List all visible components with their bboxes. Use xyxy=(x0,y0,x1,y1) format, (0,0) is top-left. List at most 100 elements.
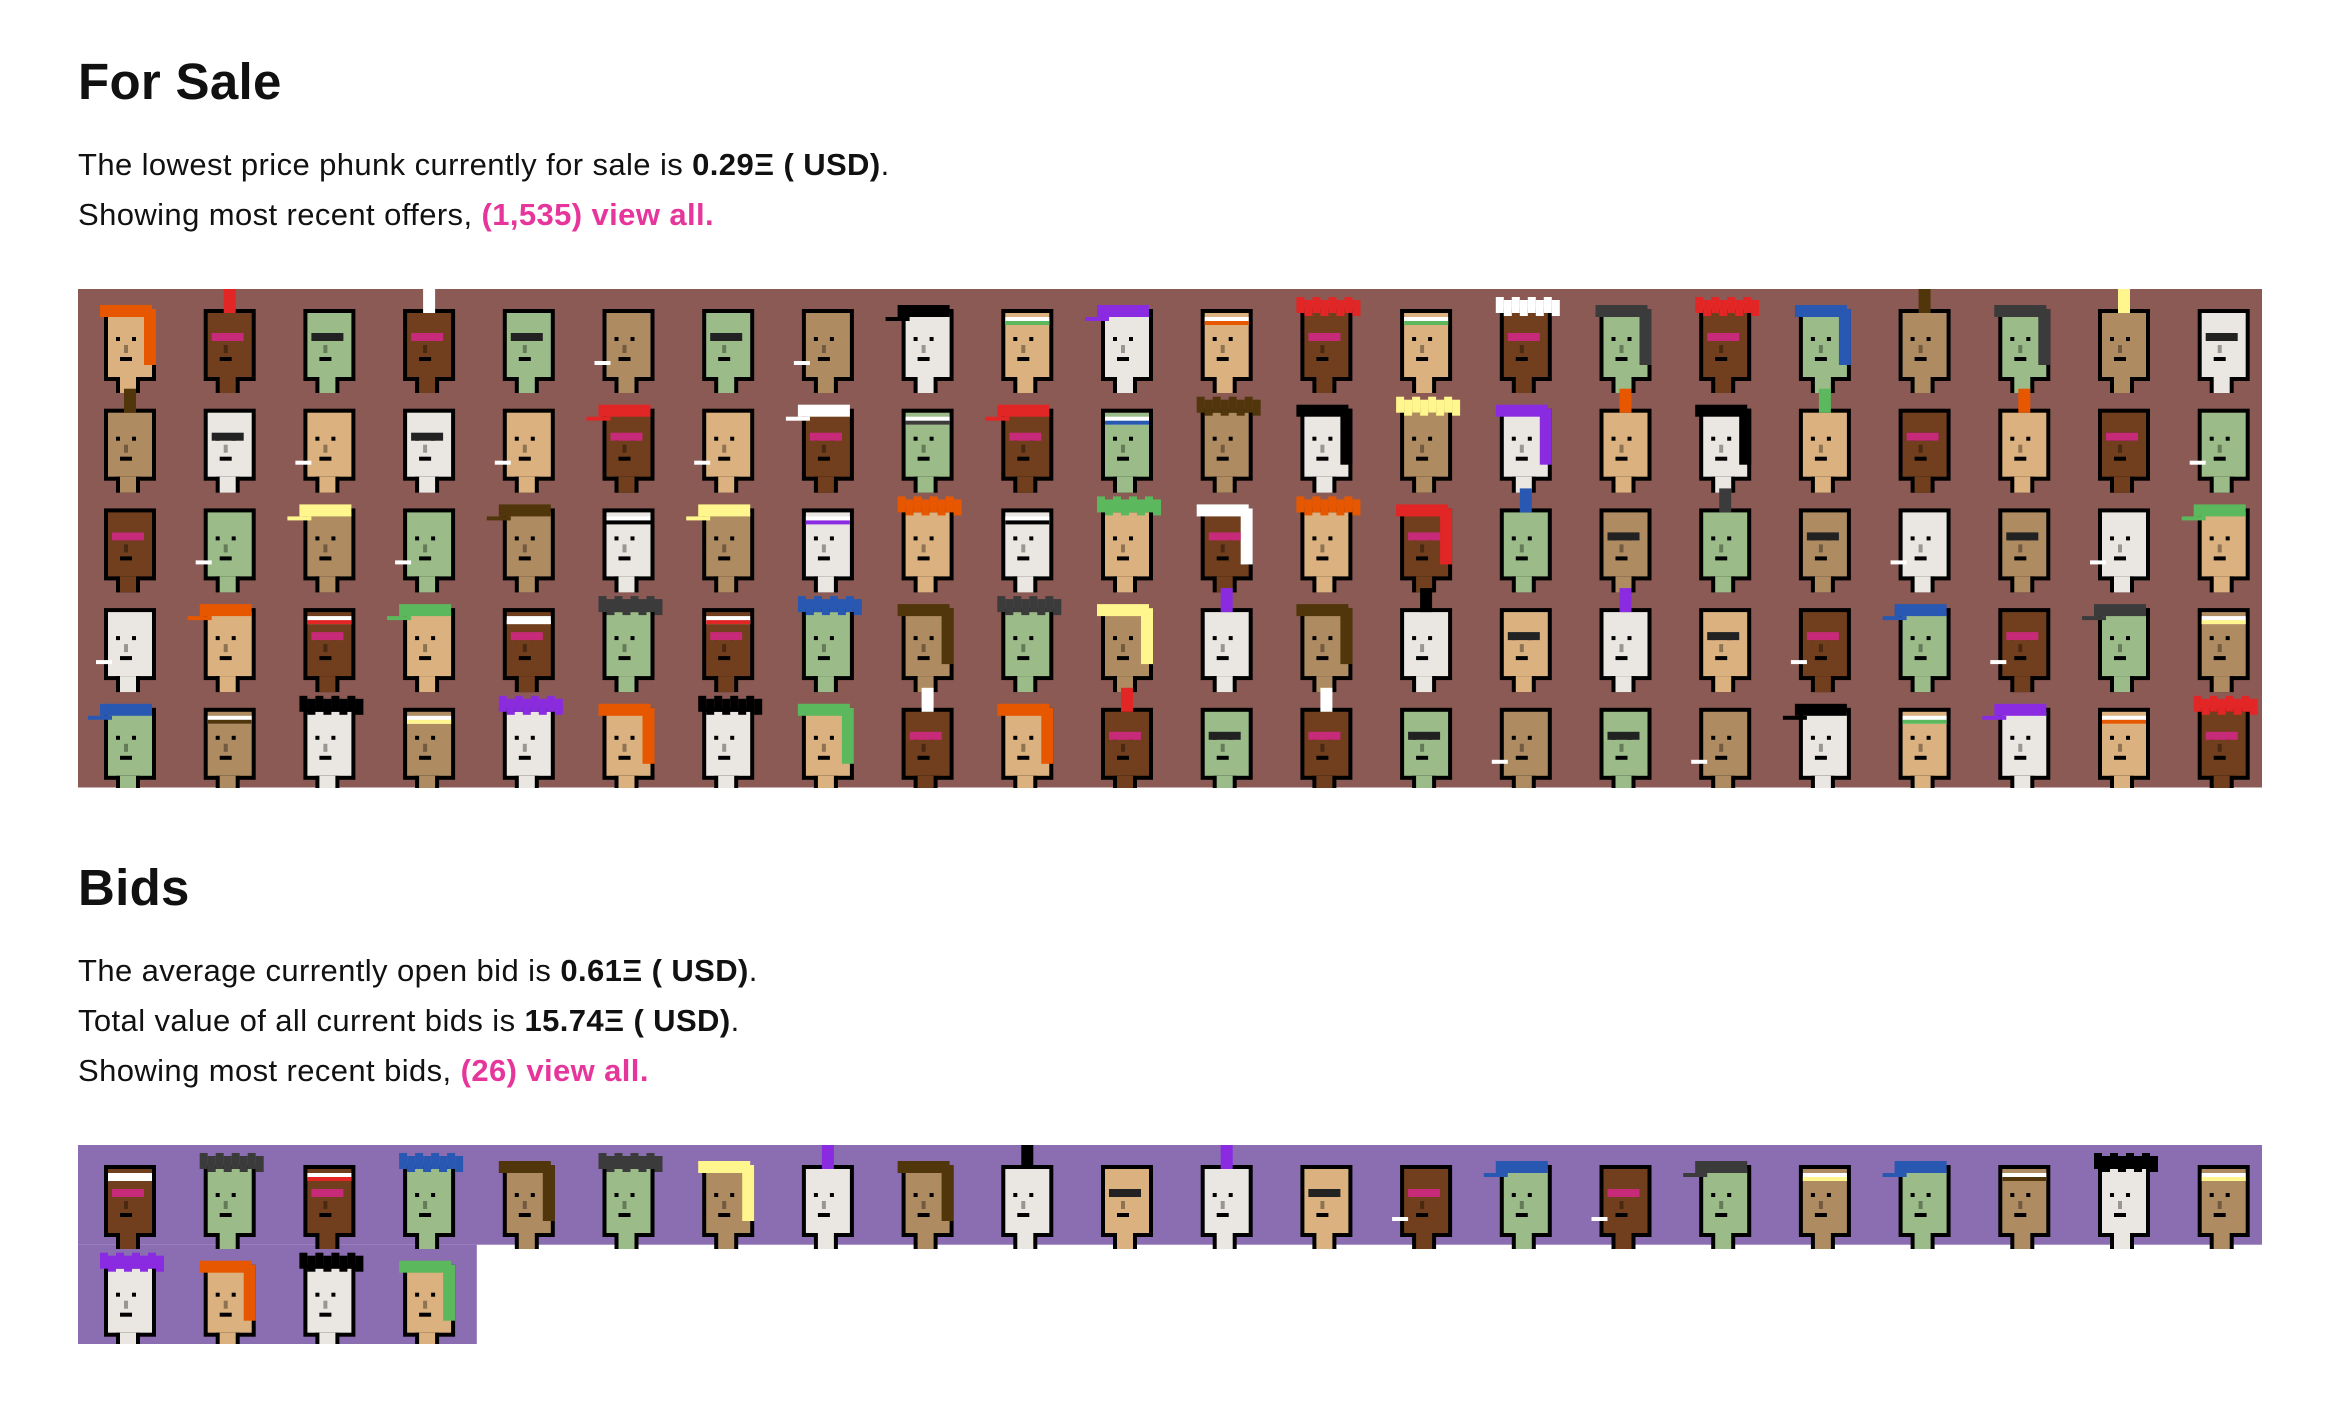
phunk-avatar[interactable] xyxy=(602,508,655,593)
phunk-avatar[interactable] xyxy=(1794,305,1851,393)
phunk-avatar[interactable] xyxy=(403,707,456,788)
phunk-avatar[interactable] xyxy=(104,1165,156,1249)
phunk-avatar[interactable] xyxy=(303,309,356,393)
phunk-avatar[interactable] xyxy=(100,1252,164,1344)
phunk-avatar[interactable] xyxy=(1990,608,2051,693)
phunk-avatar[interactable] xyxy=(2098,707,2150,788)
phunk-avatar[interactable] xyxy=(598,596,663,693)
phunk-avatar[interactable] xyxy=(997,703,1054,788)
phunk-avatar[interactable] xyxy=(594,309,655,393)
phunk-avatar[interactable] xyxy=(498,1161,555,1249)
phunk-avatar[interactable] xyxy=(2098,408,2150,493)
phunk-avatar[interactable] xyxy=(403,408,456,493)
phunk-avatar[interactable] xyxy=(797,703,854,788)
phunk-avatar[interactable] xyxy=(1400,707,1453,788)
phunk-avatar[interactable] xyxy=(2094,1153,2158,1249)
phunk-avatar[interactable] xyxy=(2197,1165,2250,1249)
phunk-avatar[interactable] xyxy=(2193,695,2258,788)
phunk-avatar[interactable] xyxy=(203,408,256,493)
phunk-avatar[interactable] xyxy=(1994,305,2051,393)
phunk-avatar[interactable] xyxy=(100,305,156,393)
phunk-avatar[interactable] xyxy=(1599,508,1652,593)
phunk-avatar[interactable] xyxy=(299,1252,364,1344)
phunk-avatar[interactable] xyxy=(1591,1165,1652,1249)
view-all-offers-link[interactable]: (1,535) view all. xyxy=(481,197,714,232)
phunk-avatar[interactable] xyxy=(1196,504,1253,593)
phunk-avatar[interactable] xyxy=(195,508,256,593)
phunk-avatar[interactable] xyxy=(498,695,563,788)
phunk-avatar[interactable] xyxy=(1798,508,1851,593)
phunk-avatar[interactable] xyxy=(502,608,555,693)
phunk-avatar[interactable] xyxy=(897,1161,954,1249)
phunk-avatar[interactable] xyxy=(702,608,755,693)
phunk-avatar[interactable] xyxy=(399,1153,464,1249)
phunk-avatar[interactable] xyxy=(797,596,862,693)
phunk-avatar[interactable] xyxy=(1695,297,1760,393)
phunk-avatar[interactable] xyxy=(1101,1165,1153,1249)
phunk-avatar[interactable] xyxy=(793,309,854,393)
phunk-avatar[interactable] xyxy=(897,604,954,693)
phunk-avatar[interactable] xyxy=(1595,305,1652,393)
phunk-avatar[interactable] xyxy=(1296,604,1353,693)
phunk-avatar[interactable] xyxy=(2189,408,2250,493)
phunk-avatar[interactable] xyxy=(1400,309,1453,393)
phunk-avatar[interactable] xyxy=(1196,396,1261,493)
phunk-avatar[interactable] xyxy=(1296,496,1361,593)
phunk-avatar[interactable] xyxy=(299,695,364,788)
view-all-bids-link[interactable]: (26) view all. xyxy=(461,1053,649,1088)
phunk-avatar[interactable] xyxy=(96,608,156,693)
phunk-avatar[interactable] xyxy=(1699,608,1752,693)
phunk-avatar[interactable] xyxy=(598,703,655,788)
phunk-avatar[interactable] xyxy=(199,1260,256,1344)
phunk-avatar[interactable] xyxy=(1300,1165,1353,1249)
phunk-avatar[interactable] xyxy=(801,508,854,593)
phunk-avatar[interactable] xyxy=(1097,496,1161,593)
phunk-avatar[interactable] xyxy=(1200,309,1253,393)
phunk-avatar[interactable] xyxy=(1001,508,1054,593)
phunk-avatar[interactable] xyxy=(1296,404,1353,493)
phunk-avatar[interactable] xyxy=(395,508,456,593)
phunk-avatar[interactable] xyxy=(1998,508,2051,593)
phunk-avatar[interactable] xyxy=(502,309,555,393)
phunk-avatar[interactable] xyxy=(203,707,256,788)
phunk-avatar[interactable] xyxy=(104,508,156,593)
phunk-avatar[interactable] xyxy=(1396,504,1453,593)
phunk-avatar[interactable] xyxy=(303,608,356,693)
phunk-avatar[interactable] xyxy=(1691,707,1752,788)
phunk-avatar[interactable] xyxy=(698,695,763,788)
phunk-avatar[interactable] xyxy=(1200,707,1253,788)
phunk-avatar[interactable] xyxy=(1495,404,1552,493)
phunk-avatar[interactable] xyxy=(997,596,1062,693)
phunk-avatar[interactable] xyxy=(901,408,954,493)
phunk-avatar[interactable] xyxy=(1898,707,1951,788)
phunk-avatar[interactable] xyxy=(694,408,755,493)
phunk-avatar[interactable] xyxy=(399,1260,456,1344)
phunk-avatar[interactable] xyxy=(1396,396,1461,493)
phunk-avatar[interactable] xyxy=(1998,1165,2051,1249)
phunk-avatar[interactable] xyxy=(2090,508,2150,593)
phunk-avatar[interactable] xyxy=(2197,309,2250,393)
phunk-avatar[interactable] xyxy=(1001,309,1054,393)
phunk-avatar[interactable] xyxy=(303,1165,356,1249)
phunk-avatar[interactable] xyxy=(1890,508,1951,593)
phunk-avatar[interactable] xyxy=(1392,1165,1453,1249)
phunk-avatar[interactable] xyxy=(2197,608,2250,693)
phunk-avatar[interactable] xyxy=(1898,408,1951,493)
phunk-avatar[interactable] xyxy=(1495,297,1560,393)
phunk-avatar[interactable] xyxy=(1296,297,1361,393)
phunk-avatar[interactable] xyxy=(1695,404,1752,493)
phunk-avatar[interactable] xyxy=(897,496,962,593)
phunk-avatar[interactable] xyxy=(1790,608,1851,693)
phunk-avatar[interactable] xyxy=(1097,604,1153,693)
phunk-avatar[interactable] xyxy=(1491,707,1552,788)
phunk-avatar[interactable] xyxy=(494,408,555,493)
phunk-avatar[interactable] xyxy=(199,1153,264,1249)
phunk-avatar[interactable] xyxy=(1101,408,1153,493)
phunk-avatar[interactable] xyxy=(1599,707,1652,788)
phunk-avatar[interactable] xyxy=(698,1161,755,1249)
phunk-avatar[interactable] xyxy=(295,408,356,493)
phunk-avatar[interactable] xyxy=(1499,608,1552,693)
phunk-avatar[interactable] xyxy=(598,1153,663,1249)
phunk-avatar[interactable] xyxy=(702,309,755,393)
phunk-avatar[interactable] xyxy=(1798,1165,1851,1249)
